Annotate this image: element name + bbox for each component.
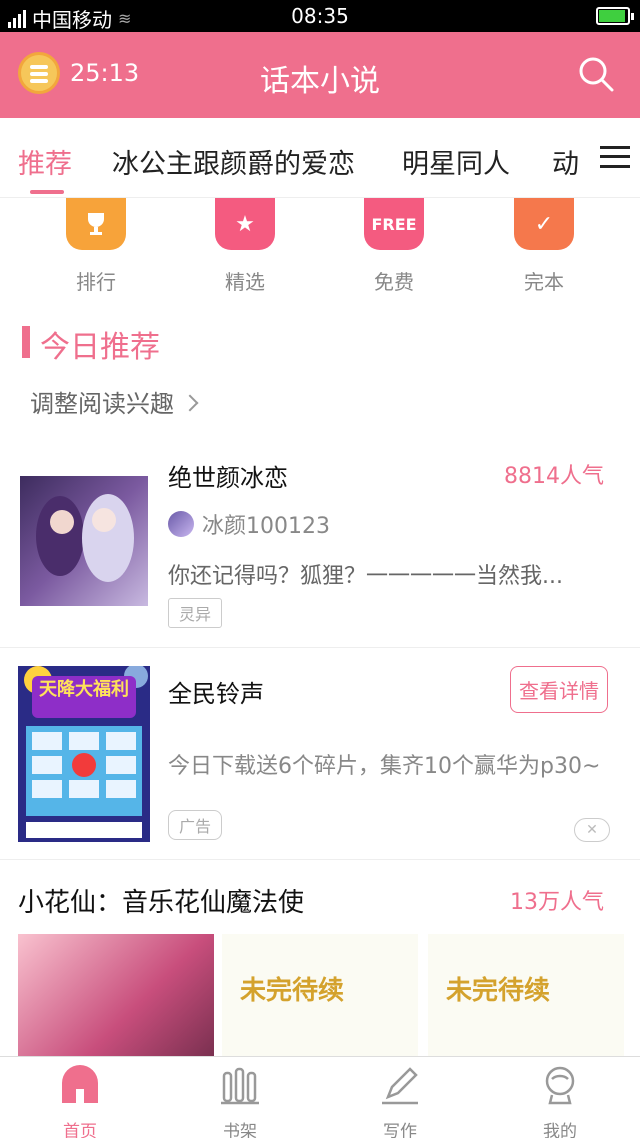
book-title: 绝世颜冰恋: [168, 464, 288, 492]
nav-bookshelf[interactable]: 书架: [160, 1065, 320, 1138]
app-header: 25:13 话本小说: [0, 32, 640, 118]
menu-icon[interactable]: [600, 146, 630, 168]
category-ranking[interactable]: 排行: [36, 198, 156, 295]
bookshelf-icon: [221, 1067, 259, 1105]
popularity-count: 13万人气: [510, 890, 604, 915]
search-icon[interactable]: [578, 56, 614, 92]
active-tab-indicator: [30, 190, 64, 194]
genre-tag: 灵异: [168, 598, 223, 628]
nav-label: 首页: [63, 1122, 97, 1138]
section-title: 今日推荐: [40, 330, 160, 365]
ad-item[interactable]: 天降大福利 全民铃声 查看详情 今日下载送6个碎片，集齐10个赢华为p30~ 广…: [0, 648, 640, 860]
tab-recommend[interactable]: 推荐: [18, 142, 72, 181]
close-icon[interactable]: ✕: [574, 818, 610, 842]
avatar: [168, 511, 194, 537]
pencil-icon: [382, 1067, 418, 1105]
category-featured[interactable]: ★ 精选: [185, 198, 305, 295]
nav-write[interactable]: 写作: [320, 1065, 480, 1138]
ad-description: 今日下载送6个碎片，集齐10个赢华为p30~: [168, 754, 601, 779]
book-author: 冰颜100123: [168, 508, 330, 540]
nav-mine[interactable]: 我的: [480, 1065, 640, 1138]
category-label: 免费: [374, 270, 414, 294]
view-details-button[interactable]: 查看详情: [510, 666, 608, 713]
nav-label: 写作: [383, 1122, 417, 1138]
tab-celebrity-fanfic[interactable]: 明星同人: [402, 142, 510, 181]
section-accent-bar: [22, 326, 30, 358]
nav-label: 书架: [223, 1122, 257, 1138]
category-completed[interactable]: ✓ 完本: [484, 198, 604, 295]
book-cover: [20, 476, 148, 606]
placeholder-text: 未完待续: [446, 976, 551, 1006]
category-shortcuts: 排行 ★ 精选 FREE 免费 ✓ 完本: [0, 198, 640, 298]
placeholder-text: 未完待续: [240, 976, 345, 1006]
book-cover-placeholder[interactable]: 未完待续: [428, 934, 624, 1056]
category-label: 完本: [524, 270, 564, 294]
star-icon: ★: [215, 198, 275, 250]
category-free[interactable]: FREE 免费: [334, 198, 454, 295]
book-item[interactable]: 绝世颜冰恋 8814人气 冰颜100123 你还记得吗？狐狸？一一一一一当然我.…: [0, 440, 640, 648]
status-time: 08:35: [291, 4, 349, 28]
adjust-interest-link[interactable]: 调整阅读兴趣: [30, 384, 199, 419]
author-name: 冰颜100123: [202, 514, 330, 539]
ad-label-tag: 广告: [168, 810, 223, 840]
category-label: 精选: [225, 270, 265, 294]
book-cover[interactable]: [18, 934, 214, 1056]
popularity-count: 8814人气: [504, 464, 604, 489]
ad-title: 全民铃声: [168, 680, 264, 708]
check-icon: ✓: [514, 198, 574, 250]
bottom-nav: 首页 书架 写作 我的: [0, 1056, 640, 1138]
tab-ice-princess[interactable]: 冰公主跟颜爵的爱恋: [112, 142, 355, 181]
book-title[interactable]: 小花仙：音乐花仙魔法使: [18, 882, 304, 919]
category-label: 排行: [76, 270, 116, 294]
nav-home[interactable]: 首页: [0, 1065, 160, 1138]
ad-image-text: 天降大福利: [39, 679, 129, 700]
category-tabs: 推荐 冰公主跟颜爵的爱恋 明星同人 动漫: [0, 118, 640, 198]
ad-image: 天降大福利: [18, 666, 150, 842]
book-description: 你还记得吗？狐狸？一一一一一当然我...: [168, 564, 563, 589]
nav-label: 我的: [543, 1122, 577, 1138]
home-icon: [62, 1065, 98, 1103]
chevron-right-icon: [181, 394, 199, 412]
status-bar: 中国移动 ≋ 08:35: [0, 0, 640, 32]
app-title: 话本小说: [260, 64, 380, 99]
user-icon: [545, 1066, 575, 1105]
adjust-interest-label: 调整阅读兴趣: [30, 390, 174, 418]
free-icon: FREE: [364, 198, 424, 250]
trophy-icon: [66, 198, 126, 250]
book-cover-placeholder[interactable]: 未完待续: [222, 934, 418, 1056]
battery-icon: [596, 7, 634, 25]
